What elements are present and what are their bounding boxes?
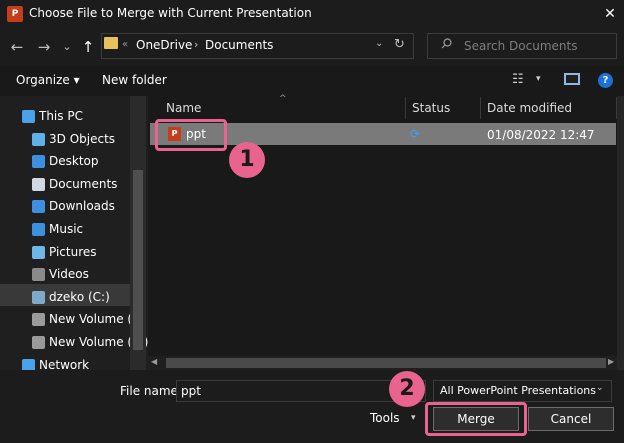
step-2-callout: 2 — [389, 371, 425, 407]
vertical-scrollbar[interactable] — [617, 96, 624, 370]
new-folder-button[interactable]: New folder — [102, 73, 167, 87]
sidebar-item-label: Desktop — [49, 154, 99, 169]
sidebar-item-downloads[interactable]: Downloads — [0, 196, 130, 218]
sort-indicator-icon: ^ — [279, 94, 287, 104]
window-title: Choose File to Merge with Current Presen… — [29, 6, 312, 20]
pictures-icon — [32, 245, 45, 259]
sidebar-item-new-volume-d[interactable]: New Volume (D: — [0, 309, 145, 331]
sidebar-item-music[interactable]: Music — [0, 219, 130, 241]
change-view-icon[interactable]: ☷ — [512, 72, 524, 87]
download-icon — [32, 200, 45, 214]
column-header-status[interactable]: Status — [412, 101, 450, 115]
folder-icon — [104, 37, 118, 49]
drive-icon — [32, 336, 45, 349]
scroll-right-icon[interactable]: ▶ — [608, 357, 614, 366]
recent-locations-chevron-icon[interactable]: ⌄ — [60, 38, 74, 56]
sidebar-item-label: dzeko (C:) — [49, 289, 110, 304]
tools-chevron-icon[interactable]: ▾ — [411, 413, 416, 423]
address-overflow-icon[interactable]: « — [122, 39, 128, 50]
refresh-icon[interactable]: ↻ — [394, 37, 405, 52]
file-name-label: File name: — [120, 384, 182, 398]
sidebar-item-documents[interactable]: Documents — [0, 174, 130, 196]
sidebar-item-new-volume-e[interactable]: New Volume (E:) — [0, 332, 148, 354]
column-header-date-modified[interactable]: Date modified — [487, 101, 572, 115]
tools-button[interactable]: Tools — [370, 411, 400, 425]
forward-arrow-icon[interactable]: → — [35, 38, 53, 56]
highlight-file-annotation — [155, 119, 227, 151]
file-type-chevron-icon[interactable]: ⌄ — [596, 383, 604, 393]
sidebar-item-label: Music — [49, 222, 84, 236]
address-history-chevron-icon[interactable]: ⌄ — [375, 38, 383, 49]
sidebar-item-dzeko-c[interactable]: dzeko (C:) — [0, 287, 130, 309]
document-icon — [32, 177, 45, 191]
up-arrow-icon[interactable]: ↑ — [80, 38, 96, 56]
desktop-icon — [32, 155, 45, 169]
sidebar-item-label: Documents — [49, 176, 118, 191]
cancel-button[interactable]: Cancel — [528, 407, 614, 431]
close-button[interactable]: ✕ — [600, 4, 620, 24]
drive-icon — [32, 313, 45, 327]
command-bar — [0, 66, 624, 96]
sidebar-item-label: This PC — [39, 109, 83, 123]
sidebar-item-3d-objects[interactable]: 3D Objects — [0, 129, 130, 151]
view-options-chevron-icon[interactable]: ▾ — [536, 74, 541, 84]
organize-button[interactable]: Organize ▾ — [16, 73, 80, 87]
sidebar-item-this-pc[interactable]: This PC — [0, 106, 130, 128]
breadcrumb-separator-icon[interactable]: › — [194, 38, 198, 51]
scroll-left-icon[interactable]: ◀ — [151, 357, 157, 366]
sidebar-item-desktop[interactable]: Desktop — [0, 151, 130, 173]
horizontal-scroll-thumb[interactable] — [166, 358, 606, 368]
drive-icon — [32, 290, 45, 304]
navigation-scroll-thumb[interactable] — [133, 170, 143, 350]
search-icon — [441, 38, 452, 52]
cube-icon — [32, 132, 45, 146]
breadcrumb-documents[interactable]: Documents — [205, 38, 273, 52]
highlight-merge-annotation — [425, 402, 527, 436]
back-arrow-icon[interactable]: ← — [8, 38, 26, 56]
sync-status-icon: ⟳ — [410, 127, 421, 141]
breadcrumb-onedrive[interactable]: OneDrive — [136, 38, 192, 52]
music-icon — [32, 223, 45, 236]
file-type-select[interactable]: All PowerPoint Presentations — [433, 380, 612, 402]
search-placeholder: Search Documents — [464, 39, 578, 53]
help-icon[interactable]: ? — [598, 73, 613, 88]
sidebar-item-label: 3D Objects — [49, 131, 116, 146]
column-divider[interactable] — [405, 97, 406, 119]
preview-pane-icon[interactable] — [564, 73, 580, 85]
file-date-modified: 01/08/2022 12:47 — [487, 128, 595, 142]
sidebar-item-videos[interactable]: Videos — [0, 264, 130, 286]
sidebar-item-label: Videos — [49, 267, 89, 282]
powerpoint-app-icon: P — [7, 6, 23, 22]
step-1-callout: 1 — [229, 142, 265, 178]
column-header-name[interactable]: Name — [166, 101, 201, 115]
column-divider[interactable] — [480, 97, 481, 119]
computer-icon — [22, 110, 35, 123]
video-icon — [32, 268, 45, 282]
sidebar-item-label: Pictures — [49, 244, 97, 259]
sidebar-item-label: Downloads — [49, 199, 115, 214]
sidebar-item-pictures[interactable]: Pictures — [0, 242, 130, 264]
